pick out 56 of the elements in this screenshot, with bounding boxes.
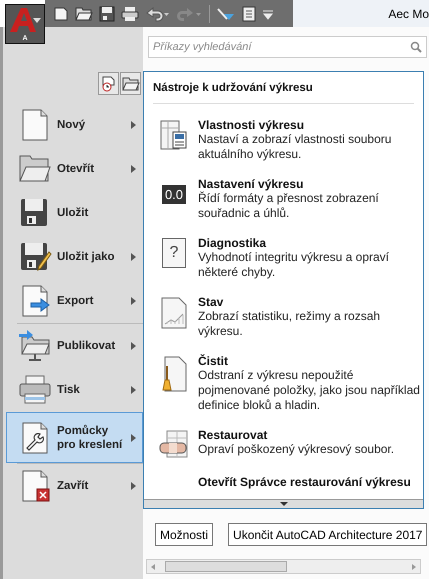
tool-description: Vyhodnotí integritu výkresu a opraví některé chyby.	[198, 250, 390, 280]
right-arrow-icon[interactable]	[412, 564, 416, 570]
tool-item[interactable]: Otevřít Správce restaurování výkresu	[144, 475, 423, 499]
undo-icon[interactable]	[145, 6, 171, 22]
drawing-properties-icon	[160, 120, 188, 150]
properties-icon[interactable]	[242, 6, 256, 22]
footer-button[interactable]: Možnosti	[155, 523, 214, 546]
tool-title: Diagnostika	[198, 236, 268, 250]
tool-description: Odstraní z výkresu nepoužité pojmenované položky, jako jsou například definice bloků a hladin.	[198, 368, 421, 413]
tool-item[interactable]: Restaurovat Opraví poškozený výkresový soubor.	[144, 428, 423, 460]
caret-icon	[33, 18, 41, 23]
save-icon[interactable]	[99, 6, 115, 22]
panel-heading: Nástroje k udržování výkresu	[152, 81, 314, 94]
bandage-drawing-icon	[159, 430, 189, 460]
down-arrow-icon	[280, 502, 288, 506]
tool-item[interactable]: 0.0 Nastavení výkresu Řídí formáty a přesnost zobrazení souřadnic a úhlů.	[144, 177, 423, 221]
menu-item[interactable]: Nový	[6, 103, 143, 147]
menu-item[interactable]: Pomůcky pro kreslení	[6, 412, 143, 463]
menu-item[interactable]: Zavřít	[6, 464, 143, 508]
tool-title: Otevřít Správce restaurování výkresu	[198, 475, 412, 489]
menu-item[interactable]: Publikovat	[6, 324, 143, 368]
menu-item[interactable]: Export	[6, 279, 143, 323]
tool-title: Nastavení výkresu	[198, 177, 304, 191]
horizontal-scrollbar[interactable]	[146, 559, 421, 574]
tool-description: Nastaví a zobrazí vlastnosti souboru aktuálního výkresu.	[198, 132, 392, 162]
new-file-icon[interactable]	[53, 6, 69, 22]
open-documents-button[interactable]	[120, 72, 141, 95]
scrollbar-thumb[interactable]	[165, 561, 287, 572]
tool-item[interactable]: Vlastnosti výkresu Nastaví a zobrazí vlastnosti souboru aktuálního výkresu.	[144, 118, 423, 162]
printer-icon[interactable]	[121, 6, 139, 22]
dropdown-icon[interactable]	[262, 8, 274, 20]
tool-title: Restaurovat	[198, 428, 268, 442]
tool-item[interactable]: Stav Zobrazí statistiku, režimy a rozsah výkresu.	[144, 295, 423, 339]
folder-icon[interactable]	[75, 6, 93, 20]
chart-document-icon	[161, 297, 187, 329]
tool-description: Řídí formáty a přesnost zobrazení souřadnic a úhlů.	[198, 191, 380, 221]
search-icon[interactable]	[410, 41, 422, 53]
tool-item[interactable]: ? Diagnostika Vyhodnotí integritu výkresu a opraví některé chyby.	[144, 236, 423, 280]
tool-description: Zobrazí statistiku, režimy a rozsah výkresu.	[198, 309, 382, 339]
broom-document-icon	[161, 356, 187, 392]
footer-button[interactable]: Ukončit AutoCAD Architecture 2017	[228, 523, 428, 546]
number-format-icon: 0.0	[162, 185, 186, 204]
tool-item[interactable]: Čistit Odstraní z výkresu nepoužité pojmenované položky, jako jsou například definice bloků a hladin.	[144, 354, 423, 413]
recent-documents-button[interactable]	[98, 72, 119, 95]
menu-item[interactable]: Tisk	[6, 368, 143, 412]
menu-item[interactable]: Otevřít	[6, 147, 143, 191]
tool-title: Stav	[198, 295, 224, 309]
menu-item[interactable]: Uložit	[6, 191, 143, 235]
search-field[interactable]: Příkazy vyhledávání	[148, 36, 427, 58]
left-arrow-icon[interactable]	[151, 564, 155, 570]
menu-item[interactable]: Uložit jako	[6, 235, 143, 279]
question-document-icon: ?	[162, 238, 186, 268]
tool-description: Opraví poškozený výkresový soubor.	[198, 442, 396, 457]
tool-title: Čistit	[198, 354, 229, 368]
window-title: Aec Mo	[388, 6, 429, 20]
tool-title: Vlastnosti výkresu	[198, 118, 306, 132]
